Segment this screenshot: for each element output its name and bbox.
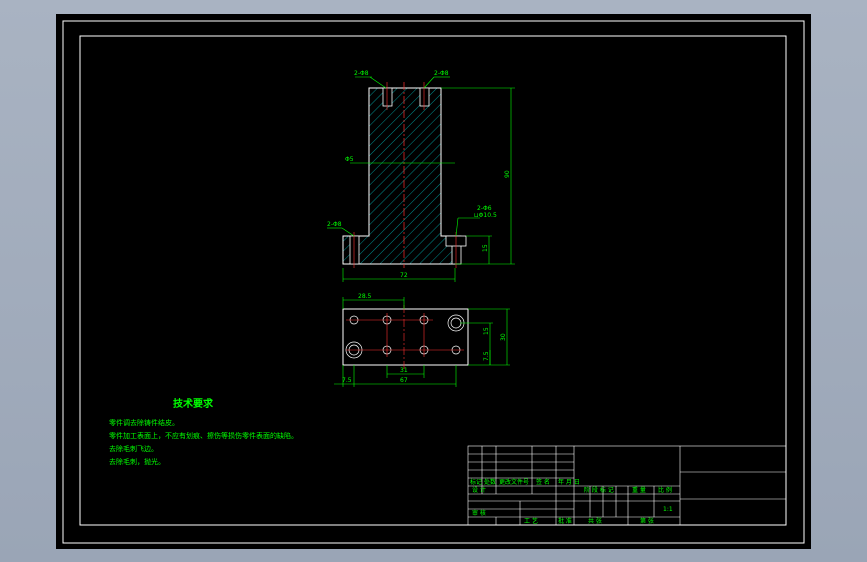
dim-step-height: 15: [482, 244, 489, 252]
tb-sheet-no: 第 张: [640, 517, 654, 525]
tb-review: 审 核: [472, 509, 486, 517]
dim-center-dia: Φ5: [345, 156, 354, 163]
tech-requirement-line: 零件加工表面上，不应有划痕、擦伤等损伤零件表面的缺陷。: [109, 431, 298, 440]
tb-count: 处数: [484, 478, 496, 486]
tb-weight: 重 量: [632, 486, 646, 494]
dim-plan-depth: 30: [500, 333, 507, 341]
tb-design: 设 计: [472, 486, 486, 494]
dim-plan-total: 67: [400, 377, 408, 384]
tb-date: 年 月 日: [558, 478, 580, 486]
tb-sign: 签 名: [536, 478, 550, 486]
dim-plan-right-mid: 15: [483, 327, 490, 335]
dim-right-callout-2: ⊔Φ10.5: [474, 212, 497, 219]
tech-requirement-line: 去除毛刺飞边。: [109, 444, 158, 453]
dim-base-width: 72: [400, 272, 408, 279]
dim-plan-left: 7.5: [342, 377, 352, 384]
dim-right-callout-1: 2-Φ6: [477, 205, 492, 212]
dim-left-hole: 2-Φ8: [327, 221, 342, 228]
tech-requirements-title: 技术要求: [173, 397, 214, 410]
tb-scale: 1:1: [663, 506, 673, 513]
tech-requirement-line: 去除毛刺，抛光。: [109, 457, 165, 466]
dim-plan-pitch: 31: [400, 367, 408, 374]
dim-top-left-hole: 2-Φ8: [354, 70, 369, 77]
tb-scale-label: 比 例: [658, 486, 672, 494]
tb-mark: 标记: [470, 478, 482, 486]
tb-sheets: 共 张: [588, 517, 602, 525]
dim-plan-right-small: 7.5: [483, 351, 490, 361]
tb-stage-mark: 阶 段 标 记: [584, 486, 614, 494]
dim-height: 90: [504, 170, 511, 178]
tb-approve: 批 准: [558, 517, 572, 525]
dim-plan-offset: 28.5: [358, 293, 372, 300]
dim-top-right-hole: 2-Φ8: [434, 70, 449, 77]
tb-process: 工 艺: [524, 517, 538, 525]
tech-requirement-line: 零件调去除铸件结皮。: [109, 418, 179, 427]
cad-drawing-canvas: 2-Φ8 2-Φ8 Φ5 2-Φ8 2-Φ6 ⊔Φ10.5 90 15 72 2…: [56, 14, 811, 549]
tb-zone: 更改文件号: [499, 478, 529, 486]
